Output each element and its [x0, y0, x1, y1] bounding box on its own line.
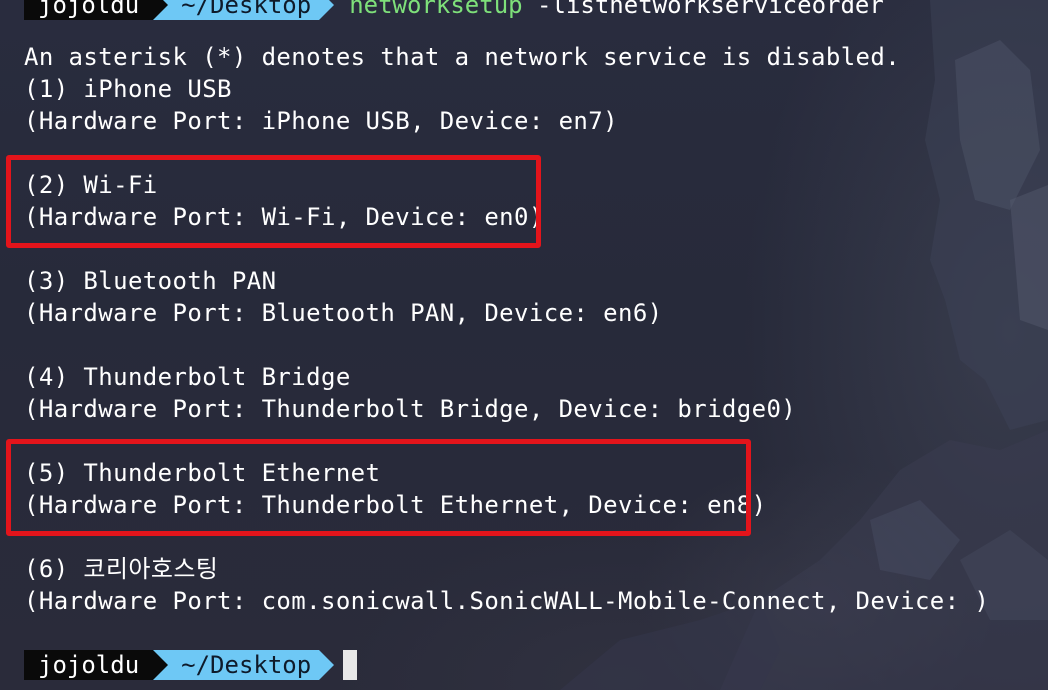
output-header-line: An asterisk (*) denotes that a network s…	[24, 43, 901, 71]
prompt-directory-segment: ~/Desktop	[153, 650, 335, 680]
service-detail-line: (Hardware Port: Bluetooth PAN, Device: e…	[24, 299, 663, 327]
prompt-user-segment: jojoldu	[24, 0, 169, 20]
service-detail-line: (Hardware Port: iPhone USB, Device: en7)	[24, 107, 618, 135]
service-name-line: (1) iPhone USB	[24, 75, 232, 103]
service-detail-line: (Hardware Port: Thunderbolt Bridge, Devi…	[24, 395, 797, 423]
next-command-prompt[interactable]: jojoldu ~/Desktop	[24, 650, 358, 680]
text-cursor[interactable]	[343, 650, 358, 680]
terminal-window[interactable]: jojoldu ~/Desktop networksetup -listnetw…	[0, 0, 1048, 690]
highlight-box-thunderbolt-ethernet	[6, 439, 751, 536]
service-name-line: (6) 코리아호스팅	[24, 555, 219, 583]
prompt-directory-segment: ~/Desktop	[153, 0, 335, 20]
command-prompt: jojoldu ~/Desktop networksetup -listnetw…	[24, 0, 884, 20]
prompt-user-segment: jojoldu	[24, 650, 169, 680]
command-arguments: -listnetworkserviceorder	[522, 0, 884, 19]
service-detail-line: (Hardware Port: com.sonicwall.SonicWALL-…	[24, 587, 990, 615]
highlight-box-wifi	[6, 155, 541, 248]
command-name: networksetup	[349, 0, 523, 19]
service-name-line: (4) Thunderbolt Bridge	[24, 363, 351, 391]
service-name-line: (3) Bluetooth PAN	[24, 267, 277, 295]
